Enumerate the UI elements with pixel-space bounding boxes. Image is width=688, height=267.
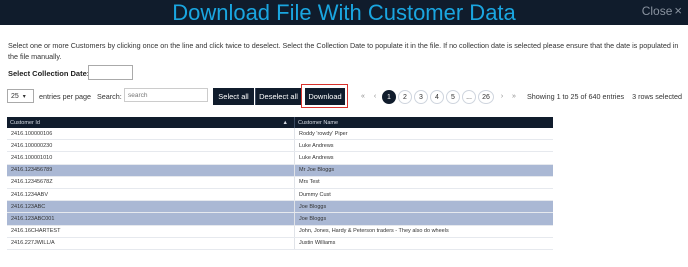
pagination-page-1[interactable]: 1 bbox=[382, 90, 396, 104]
table-row[interactable]: 2416.100001010 Luke Andrews bbox=[7, 152, 553, 165]
table-row[interactable]: 2416.100000230 Luke Andrews bbox=[7, 140, 553, 153]
sort-asc-icon: ▲ bbox=[282, 119, 288, 126]
column-header-label: Customer Id bbox=[10, 119, 40, 126]
customer-name-cell: John, Jones, Hardy & Peterson traders - … bbox=[299, 228, 449, 235]
deselect-all-button[interactable]: Deselect all bbox=[255, 88, 301, 105]
customer-id-cell: 2416.1234ABV bbox=[7, 188, 295, 201]
table-row[interactable]: 2416.12345678Z Mrs Test bbox=[7, 176, 553, 189]
customer-name-cell: Justin Williams bbox=[299, 240, 336, 247]
table-row[interactable]: 2416.123ABC Joe Bloggs bbox=[7, 201, 553, 214]
search-input[interactable] bbox=[124, 88, 208, 102]
customer-id-cell: 2416.100000106 bbox=[7, 128, 295, 140]
rows-selected-text: 3 rows selected bbox=[632, 92, 683, 101]
customer-table: Customer Id ▲ Customer Name 2416.1000001… bbox=[7, 117, 553, 250]
table-row[interactable]: 2416.227JWILL/A Justin Williams bbox=[7, 237, 553, 250]
customer-id-cell: 2416.100000230 bbox=[7, 140, 295, 152]
customer-name-cell: Luke Andrews bbox=[299, 142, 334, 149]
entries-per-page-select[interactable]: 25 ▾ bbox=[7, 89, 34, 103]
pagination-last[interactable]: » bbox=[509, 88, 519, 105]
column-header-customer-id[interactable]: Customer Id ▲ bbox=[7, 117, 295, 128]
collection-date-input[interactable] bbox=[88, 65, 133, 80]
pagination-next[interactable]: › bbox=[497, 88, 507, 105]
customer-id-cell: 2416.100001010 bbox=[7, 152, 295, 164]
close-label: Close bbox=[641, 3, 673, 18]
customer-id-cell: 2416.227JWILL/A bbox=[7, 237, 295, 249]
table-body: 2416.100000106 Roddy 'rowdy' Piper 2416.1… bbox=[7, 128, 553, 250]
customer-name-cell: Joe Bloggs bbox=[299, 215, 327, 222]
table-row[interactable]: 2416.16CHARTEST John, Jones, Hardy & Pete… bbox=[7, 225, 553, 238]
pagination-first[interactable]: « bbox=[358, 88, 368, 105]
table-row[interactable]: 2416.1234ABV Dummy Cust bbox=[7, 188, 553, 202]
table-row[interactable]: 2416.100000106 Roddy 'rowdy' Piper bbox=[7, 128, 553, 141]
customer-name-cell: Mr Joe Bloggs bbox=[299, 167, 335, 174]
column-header-label: Customer Name bbox=[298, 119, 339, 126]
customer-name-cell: Joe Bloggs bbox=[299, 203, 327, 210]
customer-name-cell: Mrs Test bbox=[299, 179, 320, 186]
table-row[interactable]: 2416.123ABC001 Joe Bloggs bbox=[7, 213, 553, 226]
table-info: Showing 1 to 25 of 640 entries 3 rows se… bbox=[527, 92, 682, 101]
pagination-prev[interactable]: ‹ bbox=[370, 88, 380, 105]
customer-id-cell: 2416.123ABC bbox=[7, 201, 295, 213]
customer-id-cell: 2416.12345678Z bbox=[7, 176, 295, 188]
page-title: Download File With Customer Data bbox=[172, 0, 516, 25]
entries-per-page-label: entries per page bbox=[39, 92, 91, 101]
chevron-down-icon: ▾ bbox=[22, 93, 26, 100]
search-label: Search: bbox=[97, 92, 122, 101]
table-row[interactable]: 2416.123456789 Mr Joe Bloggs bbox=[7, 164, 553, 177]
instructions-text: Select one or more Customers by clicking… bbox=[8, 41, 679, 61]
table-header: Customer Id ▲ Customer Name bbox=[7, 117, 553, 128]
header-bar: Download File With Customer Data Close × bbox=[0, 0, 688, 25]
pagination-page-26[interactable]: 26 bbox=[478, 90, 494, 104]
close-icon: × bbox=[674, 3, 682, 18]
customer-name-cell: Roddy 'rowdy' Piper bbox=[299, 130, 348, 137]
customer-name-cell: Dummy Cust bbox=[299, 191, 331, 198]
pagination-page-2[interactable]: 2 bbox=[398, 90, 412, 104]
pagination-page-3[interactable]: 3 bbox=[414, 90, 428, 104]
collection-date-label: Select Collection Date: bbox=[8, 69, 90, 78]
close-button[interactable]: Close × bbox=[642, 3, 682, 18]
customer-name-cell: Luke Andrews bbox=[299, 154, 334, 161]
download-highlight-box bbox=[301, 84, 348, 108]
customer-id-cell: 2416.16CHARTEST bbox=[7, 225, 295, 237]
pagination-ellipsis: ... bbox=[462, 90, 476, 104]
customer-id-cell: 2416.123456789 bbox=[7, 164, 295, 176]
entries-info-text: Showing 1 to 25 of 640 entries bbox=[527, 92, 625, 101]
entries-per-page-value: 25 bbox=[11, 92, 19, 100]
column-header-customer-name[interactable]: Customer Name bbox=[295, 117, 553, 128]
pagination-page-5[interactable]: 5 bbox=[446, 90, 460, 104]
select-all-button[interactable]: Select all bbox=[213, 88, 254, 105]
customer-id-cell: 2416.123ABC001 bbox=[7, 213, 295, 225]
pagination-page-4[interactable]: 4 bbox=[430, 90, 444, 104]
